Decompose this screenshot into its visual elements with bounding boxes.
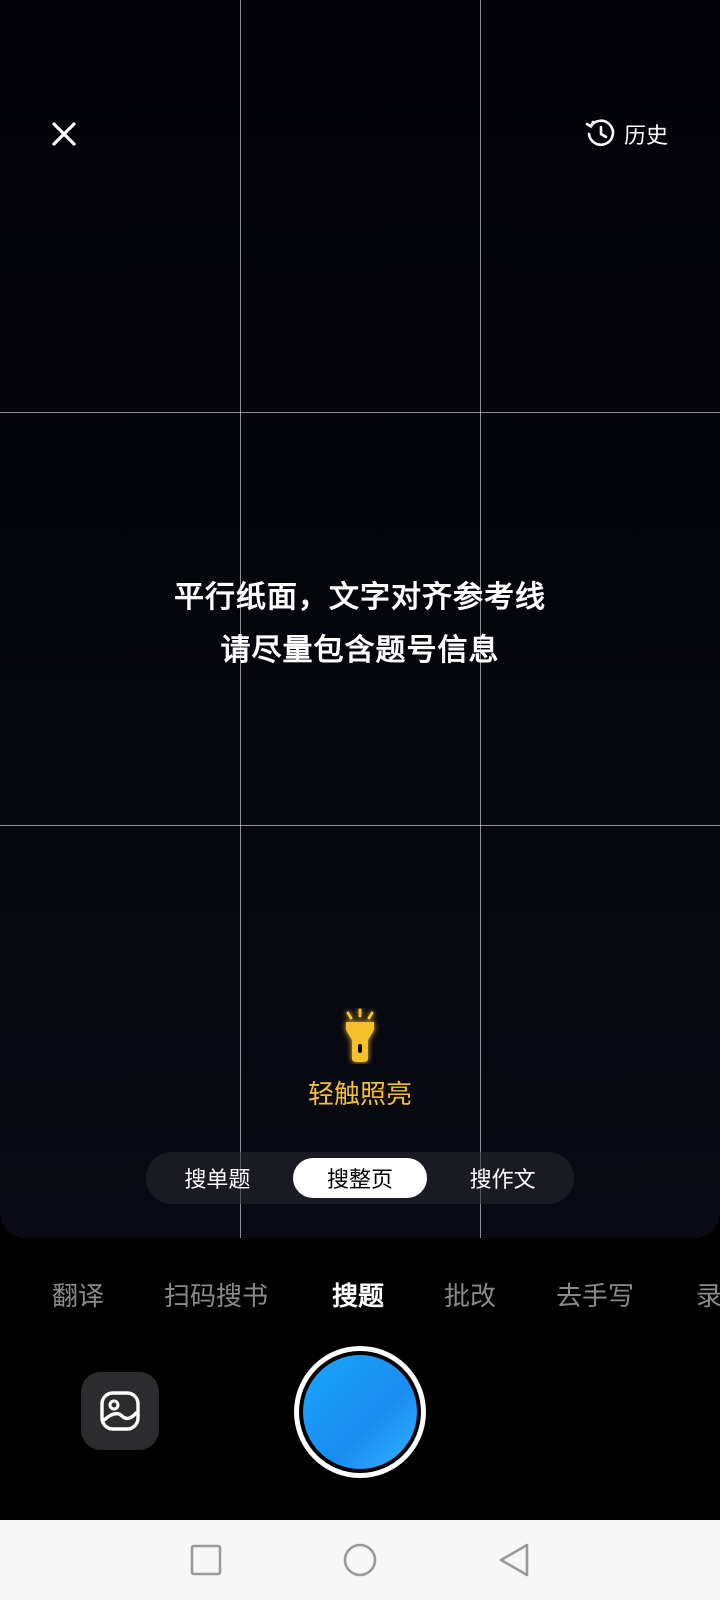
triangle-back-icon <box>499 1543 529 1577</box>
camera-viewfinder[interactable]: 历史 平行纸面，文字对齐参考线 请尽量包含题号信息 轻触照亮 搜单题 搜整页 搜… <box>0 0 720 1238</box>
flashlight-button[interactable] <box>330 1006 390 1066</box>
history-label: 历史 <box>623 124 668 149</box>
gallery-icon <box>100 1391 140 1431</box>
back-button[interactable] <box>494 1540 534 1580</box>
mode-search-single[interactable]: 搜单题 <box>150 1158 285 1198</box>
camera-screen: 历史 平行纸面，文字对齐参考线 请尽量包含题号信息 轻触照亮 搜单题 搜整页 搜… <box>0 0 720 1600</box>
shutter-gap <box>299 1351 421 1473</box>
search-mode-selector: 搜单题 搜整页 搜作文 <box>146 1152 574 1204</box>
square-recents-icon <box>190 1544 222 1576</box>
grid-line-vertical-left <box>240 0 241 1238</box>
tab-correct[interactable]: 批改 <box>444 1275 496 1319</box>
gallery-button[interactable] <box>81 1372 159 1450</box>
close-icon <box>52 122 76 146</box>
mode-search-page[interactable]: 搜整页 <box>292 1158 428 1198</box>
hint-text-line2: 请尽量包含题号信息 <box>220 633 500 668</box>
grid-line-horizontal-bottom <box>0 825 720 826</box>
function-tab-strip: 翻译 扫码搜书 搜题 批改 去手写 录 <box>0 1275 720 1319</box>
tab-record[interactable]: 录 <box>696 1275 720 1319</box>
shutter-button[interactable] <box>294 1346 426 1478</box>
flashlight-label: 轻触照亮 <box>307 1080 412 1110</box>
mode-search-essay[interactable]: 搜作文 <box>435 1158 570 1198</box>
tab-remove-handwriting[interactable]: 去手写 <box>556 1275 634 1319</box>
grid-line-vertical-right <box>480 0 481 1238</box>
system-nav-bar <box>0 1520 720 1600</box>
recents-button[interactable] <box>186 1540 226 1580</box>
history-button[interactable]: 历史 <box>584 114 668 154</box>
history-clock-icon <box>585 119 615 147</box>
tab-search-question[interactable]: 搜题 <box>332 1275 384 1319</box>
flashlight-icon <box>346 1008 374 1062</box>
shutter-core <box>303 1355 417 1469</box>
home-button[interactable] <box>340 1540 380 1580</box>
circle-home-icon <box>343 1543 377 1577</box>
hint-text-line1: 平行纸面，文字对齐参考线 <box>174 580 546 615</box>
tab-translate[interactable]: 翻译 <box>52 1275 104 1319</box>
close-button[interactable] <box>44 114 84 154</box>
tab-scan-book[interactable]: 扫码搜书 <box>164 1275 268 1319</box>
grid-line-horizontal-top <box>0 412 720 413</box>
